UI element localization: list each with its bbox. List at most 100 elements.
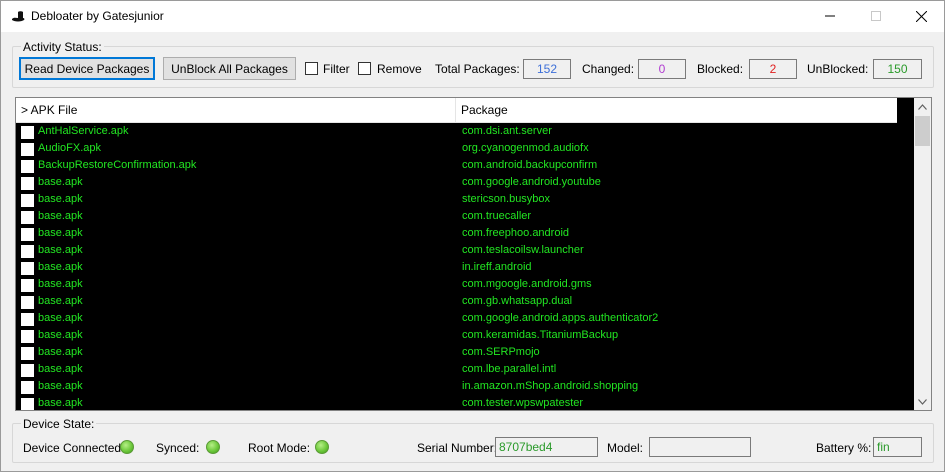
row-checkbox[interactable]	[21, 398, 34, 410]
row-checkbox[interactable]	[21, 228, 34, 241]
list-header: > APK File Package	[16, 98, 897, 123]
column-header-package[interactable]: Package	[456, 98, 897, 123]
synced-label: Synced:	[156, 441, 200, 455]
window-title: Debloater by Gatesjunior	[31, 9, 164, 23]
package-cell: stericson.busybox	[462, 193, 551, 205]
apk-file-cell: base.apk	[38, 312, 83, 324]
package-cell: com.google.android.youtube	[462, 176, 601, 188]
row-checkbox[interactable]	[21, 313, 34, 326]
apk-file-cell: base.apk	[38, 329, 83, 341]
app-window: Debloater by Gatesjunior Activity Status…	[0, 0, 945, 472]
blocked-label: Blocked:	[697, 62, 744, 76]
blocked-value: 2	[749, 59, 797, 79]
list-item[interactable]: base.apk com.freephoo.android	[16, 226, 913, 243]
list-item[interactable]: AudioFX.apk org.cyanogenmod.audiofx	[16, 141, 913, 158]
row-checkbox[interactable]	[21, 160, 34, 173]
scroll-down-button[interactable]	[914, 393, 931, 410]
list-item[interactable]: base.apk in.amazon.mShop.android.shopping	[16, 379, 913, 396]
list-item[interactable]: base.apk com.teslacoilsw.launcher	[16, 243, 913, 260]
list-item[interactable]: AntHalService.apk com.dsi.ant.server	[16, 124, 913, 141]
package-cell: com.keramidas.TitaniumBackup	[462, 329, 619, 341]
apk-file-cell: base.apk	[38, 295, 83, 307]
package-cell: com.SERPmojo	[462, 346, 540, 358]
root-mode-label: Root Mode:	[248, 441, 311, 455]
row-checkbox[interactable]	[21, 279, 34, 292]
apk-file-cell: base.apk	[38, 227, 83, 239]
list-item[interactable]: base.apk com.lbe.parallel.intl	[16, 362, 913, 379]
apk-file-cell: base.apk	[38, 278, 83, 290]
list-item[interactable]: base.apk stericson.busybox	[16, 192, 913, 209]
column-header-apk-file[interactable]: > APK File	[16, 98, 456, 123]
package-cell: com.android.backupconfirm	[462, 159, 598, 171]
apk-file-cell: base.apk	[38, 193, 83, 205]
chevron-down-icon	[918, 398, 927, 405]
total-packages-label: Total Packages:	[435, 62, 520, 76]
row-checkbox[interactable]	[21, 347, 34, 360]
vertical-scrollbar[interactable]	[914, 98, 931, 410]
list-item[interactable]: base.apk com.gb.whatsapp.dual	[16, 294, 913, 311]
filter-label: Filter	[323, 62, 350, 76]
row-checkbox[interactable]	[21, 211, 34, 224]
battery-field: fin	[873, 437, 922, 457]
list-item[interactable]: base.apk com.tester.wpswpatester	[16, 396, 913, 410]
row-checkbox[interactable]	[21, 143, 34, 156]
hat-icon	[12, 11, 25, 22]
apk-file-cell: BackupRestoreConfirmation.apk	[38, 159, 197, 171]
root-mode-indicator	[315, 440, 329, 454]
maximize-button[interactable]	[853, 1, 899, 31]
model-field	[649, 437, 751, 457]
package-cell: com.tester.wpswpatester	[462, 397, 584, 409]
unblocked-label: UnBlocked:	[807, 62, 869, 76]
row-checkbox[interactable]	[21, 177, 34, 190]
row-checkbox[interactable]	[21, 330, 34, 343]
minimize-button[interactable]	[807, 1, 853, 31]
list-item[interactable]: base.apk com.keramidas.TitaniumBackup	[16, 328, 913, 345]
package-cell: com.dsi.ant.server	[462, 125, 552, 137]
apk-file-cell: base.apk	[38, 210, 83, 222]
title-bar[interactable]: Debloater by Gatesjunior	[1, 1, 944, 32]
list-item[interactable]: base.apk com.truecaller	[16, 209, 913, 226]
maximize-icon	[871, 11, 881, 21]
package-list[interactable]: > APK File Package AntHalService.apk com.…	[15, 97, 932, 411]
apk-file-cell: AntHalService.apk	[38, 125, 129, 137]
package-cell: in.ireff.android	[462, 261, 532, 273]
close-button[interactable]	[898, 1, 944, 31]
list-item[interactable]: base.apk in.ireff.android	[16, 260, 913, 277]
unblock-all-packages-button[interactable]: UnBlock All Packages	[163, 57, 296, 80]
row-checkbox[interactable]	[21, 364, 34, 377]
apk-file-cell: base.apk	[38, 397, 83, 409]
apk-file-cell: base.apk	[38, 380, 83, 392]
read-device-packages-button[interactable]: Read Device Packages	[19, 57, 155, 80]
row-checkbox[interactable]	[21, 296, 34, 309]
row-checkbox[interactable]	[21, 194, 34, 207]
list-item[interactable]: base.apk com.mgoogle.android.gms	[16, 277, 913, 294]
close-icon	[915, 10, 927, 22]
remove-checkbox[interactable]	[358, 62, 371, 75]
scroll-thumb[interactable]	[915, 116, 930, 146]
apk-file-cell: base.apk	[38, 176, 83, 188]
scroll-up-button[interactable]	[914, 98, 931, 115]
row-checkbox[interactable]	[21, 126, 34, 139]
list-item[interactable]: BackupRestoreConfirmation.apk com.android…	[16, 158, 913, 175]
serial-number-field: 8707bed4	[495, 437, 598, 457]
total-packages-value: 152	[523, 59, 571, 79]
remove-label: Remove	[377, 62, 422, 76]
row-checkbox[interactable]	[21, 262, 34, 275]
unblocked-value: 150	[873, 59, 922, 79]
apk-file-cell: base.apk	[38, 261, 83, 273]
list-item[interactable]: base.apk com.SERPmojo	[16, 345, 913, 362]
apk-file-cell: AudioFX.apk	[38, 142, 101, 154]
list-item[interactable]: base.apk com.google.android.youtube	[16, 175, 913, 192]
list-item[interactable]: base.apk com.google.android.apps.authenti…	[16, 311, 913, 328]
package-cell: com.truecaller	[462, 210, 532, 222]
row-checkbox[interactable]	[21, 381, 34, 394]
package-cell: com.lbe.parallel.intl	[462, 363, 557, 375]
filter-checkbox[interactable]	[305, 62, 318, 75]
row-checkbox[interactable]	[21, 245, 34, 258]
model-label: Model:	[607, 441, 644, 455]
minimize-icon	[825, 15, 835, 17]
device-state-label: Device State:	[21, 417, 97, 431]
battery-label: Battery %:	[816, 441, 872, 455]
list-rows: AntHalService.apk com.dsi.ant.server Audio…	[16, 124, 913, 410]
package-cell: org.cyanogenmod.audiofx	[462, 142, 589, 154]
